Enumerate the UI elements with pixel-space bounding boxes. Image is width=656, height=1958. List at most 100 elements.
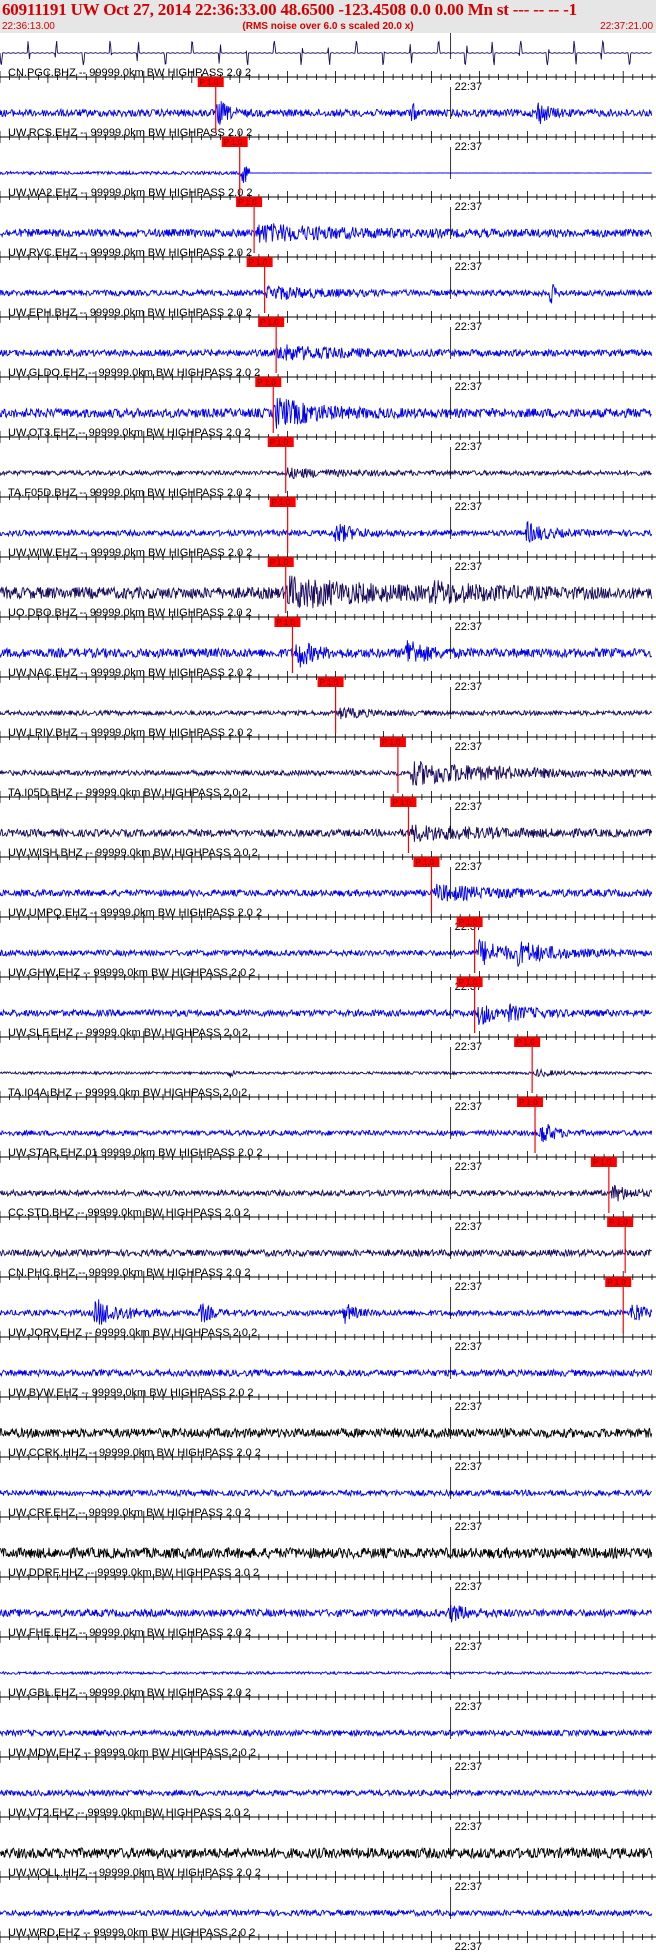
minute-marker-label: 22:37 xyxy=(455,81,483,93)
minute-marker-label: 22:37 xyxy=(455,1101,483,1113)
station-label: CC.STD.BHZ -- 99999.0km BW HIGHPASS 2.0 … xyxy=(8,1207,249,1219)
station-label: UW.UMPQ.EHZ -- 99999.0km BW HIGHPASS 2.0… xyxy=(8,907,262,919)
p-pick-label: P 1.0 xyxy=(415,858,434,867)
header-bar: 60911191 UW Oct 27, 2014 22:36:33.00 48.… xyxy=(0,0,656,33)
minute-marker-label: 22:37 xyxy=(455,561,483,573)
waveform-trace xyxy=(0,1299,653,1325)
minute-marker-label: 22:37 xyxy=(455,741,483,753)
minute-marker-label: 22:37 xyxy=(455,1461,483,1473)
waveform-trace xyxy=(0,344,653,361)
station-label: UW.WOLL.HHZ -- 99999.0km BW HIGHPASS 2.0… xyxy=(8,1867,261,1879)
minute-marker-label: 22:37 xyxy=(455,801,483,813)
waveform-trace xyxy=(0,1546,653,1560)
p-pick-label: P 1.0 xyxy=(382,738,401,747)
minute-marker-label: 22:37 xyxy=(455,1281,483,1293)
station-label: UW.CRF.EHZ -- 99999.0km BW HIGHPASS 2.0 … xyxy=(8,1507,250,1519)
waveform-trace xyxy=(0,1670,652,1676)
waveform-trace xyxy=(0,1124,653,1143)
p-pick-label: P 1.0 xyxy=(272,498,291,507)
end-time-label: 22:37:21.00 xyxy=(600,21,653,32)
waveform-trace xyxy=(0,1728,653,1738)
station-label: UW.NAC.EHZ -- 99999.0km BW HIGHPASS 2.0 … xyxy=(8,667,252,679)
minute-marker-label: 22:37 xyxy=(455,1581,483,1593)
waveform-trace xyxy=(0,824,653,843)
minute-marker-label: 22:37 xyxy=(455,681,483,693)
station-label: UW.OT3.EHZ -- 99999.0km BW HIGHPASS 2.0 … xyxy=(8,427,250,439)
waveform-trace xyxy=(0,575,653,609)
station-label: UW.DDRF.HHZ -- 99999.0km BW HIGHPASS 2.0… xyxy=(8,1567,259,1579)
waveform-trace xyxy=(0,101,653,125)
p-pick-label: P 1.0 xyxy=(593,1158,612,1167)
p-pick-label: P 1.0 xyxy=(270,558,289,567)
minute-marker-label: 22:37 xyxy=(455,1881,483,1893)
p-pick-label: P 1.0 xyxy=(270,438,289,447)
waveform-trace xyxy=(0,1488,652,1498)
waveform-trace xyxy=(0,397,652,429)
waveform-trace xyxy=(0,1248,652,1258)
waveform-trace xyxy=(0,706,653,720)
seismogram-plot: 22:37CN.PGC.BHZ -- 99999.0km BW HIGHPASS… xyxy=(0,33,656,1953)
station-label: UW.WA2.EHZ -- 99999.0km BW HIGHPASS 2.0 … xyxy=(8,187,253,199)
station-label: UW.JORV.EHZ -- 99999.0km BW HIGHPASS 2.0… xyxy=(8,1327,257,1339)
minute-marker-label: 22:37 xyxy=(455,1821,483,1833)
p-pick-label: P 1.0 xyxy=(238,198,257,207)
minute-marker-label: 22:37 xyxy=(455,1341,483,1353)
waveform-trace xyxy=(0,1788,653,1798)
waveform-trace xyxy=(0,640,652,668)
minute-marker-label: 22:37 xyxy=(455,261,483,273)
p-pick-label: P 1.0 xyxy=(224,138,243,147)
station-label: TA.I05D.BHZ -- 99999.0km BW HIGHPASS 2.0… xyxy=(8,787,248,799)
p-pick-label: P 1.0 xyxy=(516,1038,535,1047)
station-label: UW.BVW.EHZ -- 99999.0km BW HIGHPASS 2.0 … xyxy=(8,1387,254,1399)
minute-marker-label: 22:37 xyxy=(455,141,483,153)
waveform-trace xyxy=(0,1368,653,1378)
minute-marker-label: 22:37 xyxy=(455,201,483,213)
p-pick-label: P 1.0 xyxy=(459,978,478,987)
station-label: UW.WRD.EHZ -- 99999.0km BW HIGHPASS 2.0 … xyxy=(8,1927,255,1939)
station-label: CN.PHC.BHZ -- 99999.0km BW HIGHPASS 2.0 … xyxy=(8,1267,250,1279)
minute-marker-label: 22:37 xyxy=(455,1761,483,1773)
station-label: UW.MDW.EHZ -- 99999.0km BW HIGHPASS 2.0 … xyxy=(8,1747,256,1759)
minute-marker-label: 22:37 xyxy=(455,441,483,453)
minute-marker-label: 22:37 xyxy=(455,1641,483,1653)
p-pick-label: P 1.0 xyxy=(260,318,279,327)
station-label: UW.VT2.EHZ -- 99999.0km BW HIGHPASS 2.0 … xyxy=(8,1807,249,1819)
waveform-trace xyxy=(0,223,653,243)
waveform-trace xyxy=(0,1604,653,1623)
station-label: UW.EPH.BHZ -- 99999.0km BW HIGHPASS 2.0 … xyxy=(8,307,252,319)
p-pick-label: P 1.0 xyxy=(276,618,295,627)
waveform-trace xyxy=(0,1846,653,1860)
waveform-trace xyxy=(0,520,653,543)
station-label: UW.FHE.EHZ -- 99999.0km BW HIGHPASS 2.0 … xyxy=(8,1627,251,1639)
p-pick-label: P 1.0 xyxy=(459,918,478,927)
p-pick-label: P 1.0 xyxy=(200,78,219,87)
minute-marker-label: 22:37 xyxy=(455,1041,483,1053)
station-label: TA.I04A.BHZ -- 99999.0km BW HIGHPASS 2.0… xyxy=(8,1087,247,1099)
station-label: UW.GLDO.EHZ -- 99999.0km BW HIGHPASS 2.0… xyxy=(8,367,260,379)
minute-marker-label: 22:37 xyxy=(455,621,483,633)
waveform-trace xyxy=(0,166,652,184)
station-label: TA.F05D.BHZ -- 99999.0km BW HIGHPASS 2.0… xyxy=(8,487,252,499)
waveform-trace xyxy=(0,467,652,480)
station-label: UW.GBL.EHZ -- 99999.0km BW HIGHPASS 2.0 … xyxy=(8,1687,251,1699)
waveform-trace xyxy=(0,39,652,66)
station-label: UW.GHW.EHZ -- 99999.0km BW HIGHPASS 2.0 … xyxy=(8,967,255,979)
station-label: UW.RVC.EHZ -- 99999.0km BW HIGHPASS 2.0 … xyxy=(8,247,252,259)
waveform-trace xyxy=(0,1184,653,1202)
waveform-trace xyxy=(0,1908,653,1918)
minute-marker-label: 22:37 xyxy=(455,1161,483,1173)
minute-marker-label: 22:37 xyxy=(455,1221,483,1233)
station-label: UW.WISH.BHZ -- 99999.0km BW HIGHPASS 2.0… xyxy=(8,847,258,859)
station-label: UW.WIW.EHZ -- 99999.0km BW HIGHPASS 2.0 … xyxy=(8,547,252,559)
p-pick-label: P 1.0 xyxy=(249,258,268,267)
event-title: 60911191 UW Oct 27, 2014 22:36:33.00 48.… xyxy=(2,0,577,19)
rms-noise-subtitle: (RMS noise over 6.0 s scaled 20.0 x) xyxy=(242,21,414,32)
minute-marker-label: 22:37 xyxy=(455,381,483,393)
waveform-trace xyxy=(0,938,653,967)
p-pick-label: P 1.0 xyxy=(392,798,411,807)
station-label: UW.STAR.EHZ.01 99999.0km BW HIGHPASS 2.0… xyxy=(8,1147,263,1159)
waveform-trace xyxy=(0,283,653,304)
p-pick-label: P 1.0 xyxy=(607,1278,626,1287)
waveform-trace xyxy=(0,883,653,902)
waveform-trace xyxy=(0,761,652,786)
